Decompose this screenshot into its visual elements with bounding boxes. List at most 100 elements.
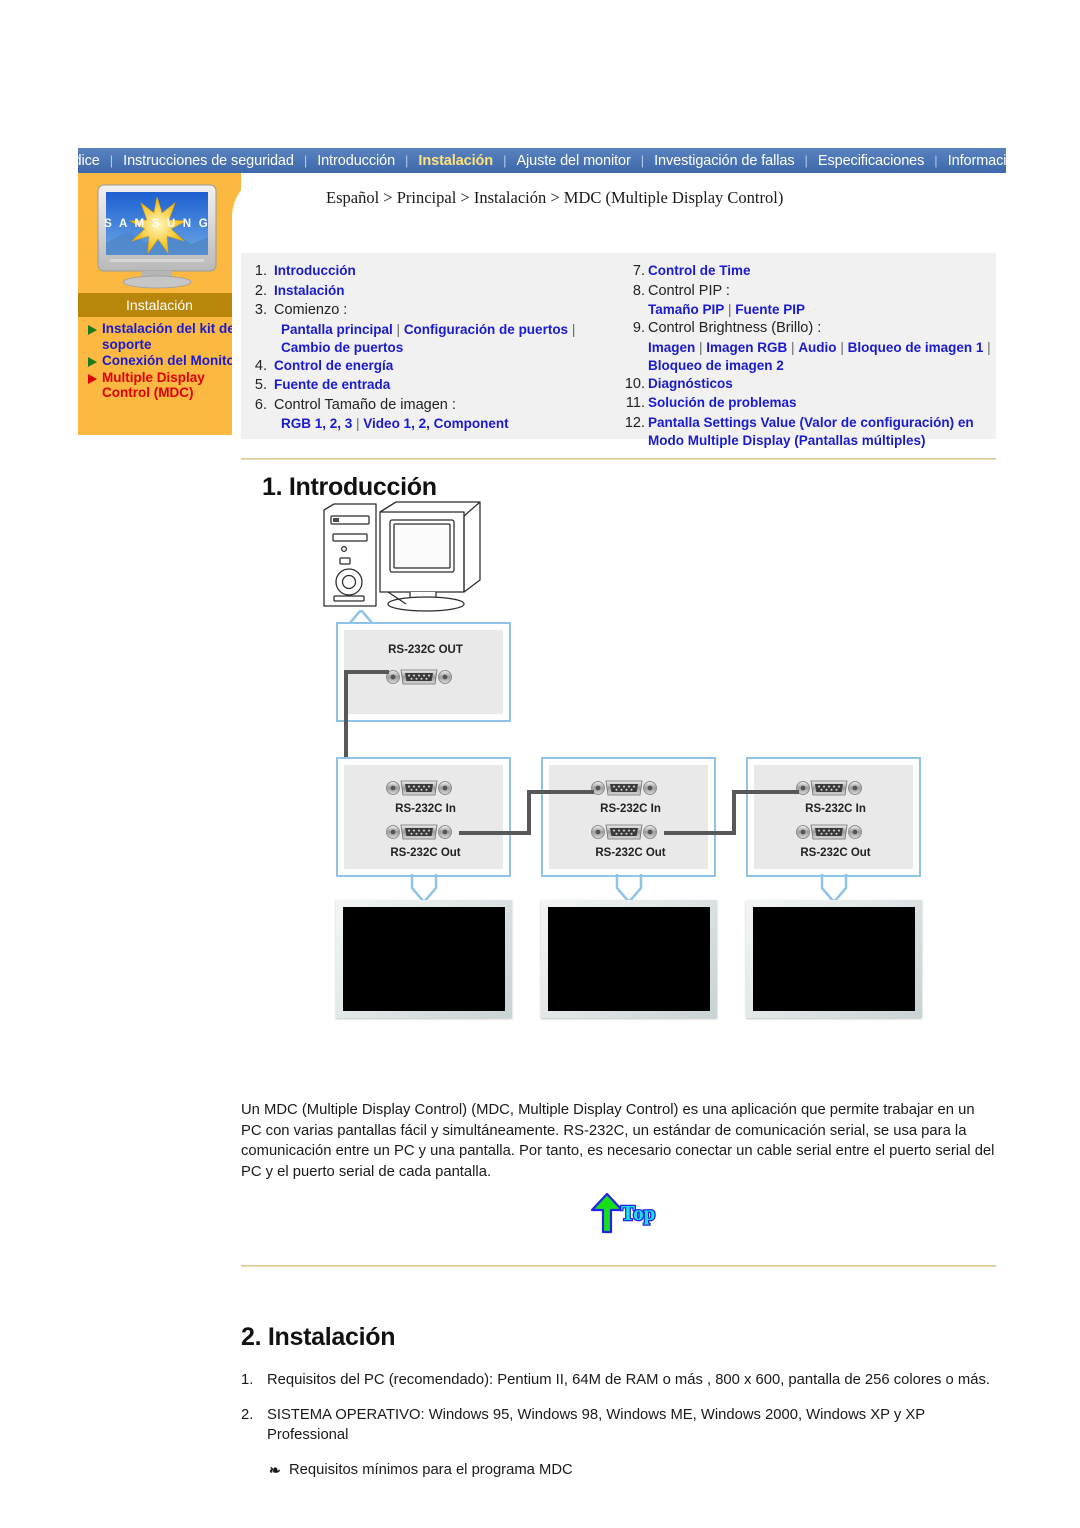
toc-sublinks[interactable]: Pantalla principal | Configuración de pu… <box>247 321 613 357</box>
sidebar-item-2[interactable]: Conexión del Monitor <box>82 353 240 369</box>
flat-panel-display-2 <box>541 900 717 1018</box>
nav-item-ajuste-del-monitor[interactable]: Ajuste del monitor <box>507 153 639 169</box>
toc-sublink-separator: | <box>983 339 991 355</box>
mdc-connection-diagram: RS-232C OUT RS-232C In RS-232C Out RS-23… <box>241 460 1001 1080</box>
toc-number: 12. <box>624 414 645 431</box>
toc-text: Control de energía <box>274 357 393 376</box>
toc-sublink-separator: | <box>836 339 848 355</box>
cable-d1-d2-vert <box>527 790 531 835</box>
toc-number: 2. <box>254 282 267 299</box>
sidebar-item-3[interactable]: Multiple Display Control (MDC) <box>82 370 240 401</box>
cable-d2in-h <box>527 790 594 794</box>
nav-item-investigaci-n-de-fallas[interactable]: Investigación de fallas <box>645 153 803 169</box>
connector-to-display-1 <box>410 874 438 902</box>
toc-sublink-separator: | <box>392 321 404 337</box>
toc-text: Introducción <box>274 262 356 281</box>
toc-sublinks[interactable]: RGB 1, 2, 3 | Video 1, 2, Component <box>247 415 613 433</box>
install-requirement-item: 2. SISTEMA OPERATIVO: Windows 95, Windows… <box>241 1405 996 1446</box>
toc-entry: 1. Introducción <box>247 262 613 281</box>
section-1-paragraph: Un MDC (Multiple Display Control) (MDC, … <box>241 1102 995 1180</box>
toc-sublink[interactable]: Bloqueo de imagen 2 <box>648 358 784 373</box>
toc-label: Control PIP : <box>648 282 730 299</box>
db9-connector-d3-in <box>796 777 862 799</box>
toc-sublink[interactable]: Audio <box>798 340 836 355</box>
toc-entry: 3. Comienzo : <box>247 301 613 320</box>
nav-item-especificaciones[interactable]: Especificaciones <box>809 153 933 169</box>
toc-sublink[interactable]: Fuente PIP <box>735 302 805 317</box>
toc-label[interactable]: Fuente de entrada <box>274 377 390 392</box>
display-2-port-box: RS-232C In RS-232C Out <box>541 757 716 877</box>
sidebar-item-label: Conexión del Monitor <box>102 353 240 368</box>
nav-item-instrucciones-de-seguridad[interactable]: Instrucciones de seguridad <box>114 153 303 169</box>
arrow-icon <box>88 373 97 384</box>
nav-item-introducci-n[interactable]: Introducción <box>308 153 404 169</box>
toc-sublink[interactable]: Imagen <box>648 340 695 355</box>
toc-sublink[interactable]: RGB 1, 2, 3 <box>281 416 352 431</box>
toc-label[interactable]: Solución de problemas <box>648 395 797 410</box>
top-button[interactable]: Top Top <box>585 1190 665 1234</box>
item-text: Requisitos del PC (recomendado): Pentium… <box>267 1372 990 1388</box>
toc-number: 6. <box>254 396 267 413</box>
sidebar-section-label: Instalación <box>126 297 193 313</box>
cable-pc-to-display1 <box>344 670 389 674</box>
display-2-in-label: RS-232C In <box>600 803 661 815</box>
toc-number: 11. <box>625 395 645 411</box>
toc-text: Comienzo : <box>274 301 347 320</box>
toc-entry: 7. Control de Time <box>617 262 996 281</box>
display-3-port-box: RS-232C In RS-232C Out <box>746 757 921 877</box>
toc-sublinks[interactable]: Tamaño PIP | Fuente PIP <box>617 301 996 319</box>
connector-to-display-3 <box>820 874 848 902</box>
toc-entry: 12. Pantalla Settings Value (Valor de con… <box>617 414 996 451</box>
toc-entry: 11. Solución de problemas <box>617 394 996 413</box>
toc-text: Instalación <box>274 282 345 301</box>
pc-out-label: RS-232C OUT <box>388 644 463 656</box>
sidebar-item-1[interactable]: Instalación del kit del soporte <box>82 321 240 352</box>
display-2-out-label: RS-232C Out <box>595 847 666 859</box>
page-root: Indice | Instrucciones de seguridad | Introd… <box>0 0 1080 1528</box>
toc-sublinks[interactable]: Imagen | Imagen RGB | Audio | Bloqueo de… <box>617 339 996 375</box>
db9-connector-d2-out <box>591 821 657 843</box>
toc-number: 5. <box>254 377 267 393</box>
toc-sublink-separator: | <box>352 416 364 431</box>
arrow-icon <box>88 325 97 335</box>
nav-item-informaci-n[interactable]: Información <box>939 153 1032 169</box>
toc-number: 7. <box>632 263 645 279</box>
cable-d1out-h <box>459 831 531 835</box>
toc-label: Control Brightness (Brillo) : <box>648 320 822 336</box>
toc-label[interactable]: Introducción <box>274 263 356 278</box>
sidebar-section-header: Instalación <box>78 293 241 317</box>
toc-sublink[interactable]: Tamaño PIP <box>648 302 724 317</box>
toc-label[interactable]: Diagnósticos <box>648 376 733 391</box>
toc-label[interactable]: Control de energía <box>274 358 393 373</box>
toc-sublink[interactable]: Cambio de puertos <box>281 340 403 355</box>
toc-sublink-separator: | <box>568 321 576 337</box>
pc-and-monitor-illustration <box>314 496 504 614</box>
install-requirement-item: 1. Requisitos del PC (recomendado): Penti… <box>241 1370 996 1391</box>
toc-sublink[interactable]: Pantalla principal <box>281 322 393 337</box>
toc-entry: 2. Instalación <box>247 282 613 301</box>
toc-sublink[interactable]: Configuración de puertos <box>404 322 568 337</box>
nav-item-instalaci-n[interactable]: Instalación <box>409 153 502 169</box>
toc-sublink-separator: | <box>695 339 707 355</box>
toc-sublink[interactable]: Bloqueo de imagen 1 <box>848 340 984 355</box>
note-text: Requisitos mínimos para el programa MDC <box>289 1461 573 1478</box>
toc-label: Comienzo : <box>274 302 348 318</box>
toc-number: 1. <box>254 263 267 279</box>
toc-entry: 5. Fuente de entrada <box>247 376 613 395</box>
toc-text: Control Brightness (Brillo) : <box>648 319 821 338</box>
toc-sublink[interactable]: Video 1, 2, Component <box>363 416 508 431</box>
toc-entry: 9. Control Brightness (Brillo) : <box>617 319 996 338</box>
toc-entry: 6. Control Tamaño de imagen : <box>247 396 613 415</box>
toc-label[interactable]: Control de Time <box>648 263 751 278</box>
section-2-list: 1. Requisitos del PC (recomendado): Penti… <box>241 1370 996 1480</box>
toc-label[interactable]: Pantalla Settings Value (Valor de config… <box>648 415 974 449</box>
toc-label: Control Tamaño de imagen : <box>274 396 456 413</box>
nav-item-indice[interactable]: Indice <box>53 153 109 169</box>
svg-text:Top: Top <box>621 1201 655 1225</box>
toc-sublink[interactable]: Imagen RGB <box>706 340 787 355</box>
cable-d2-d3-vert <box>732 790 736 835</box>
item-number: 1. <box>241 1372 254 1388</box>
svg-text:S A M S U N G: S A M S U N G <box>104 218 210 230</box>
toc-label[interactable]: Instalación <box>274 283 345 298</box>
toc-entry: 10. Diagnósticos <box>617 375 996 394</box>
